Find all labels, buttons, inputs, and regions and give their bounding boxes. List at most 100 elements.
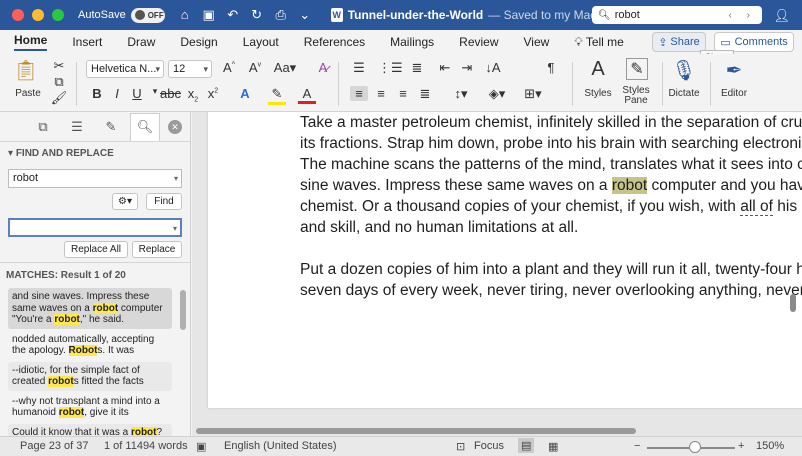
font-size-select[interactable]: 12 [168,60,212,78]
justify-icon[interactable]: ≣ [416,86,434,102]
proofing-icon[interactable]: ▣ [196,440,206,453]
more-icon[interactable]: ⌄ [297,7,313,23]
replace-button[interactable]: Replace [132,241,182,258]
redo-icon[interactable]: ↻ [249,7,265,23]
subscript-icon[interactable]: x2 [184,86,202,104]
print-layout-view-icon[interactable]: ▤ [518,438,535,453]
tab-design[interactable]: Design [180,35,217,49]
document-page[interactable]: Take a master petroleum chemist, infinit… [208,112,802,408]
format-painter-icon[interactable]: 🖌︎ [50,90,68,106]
result-item[interactable]: --why not transplant a mind into a human… [8,393,172,422]
grow-font-icon[interactable]: A^ [218,60,240,75]
shrink-font-icon[interactable]: Av [244,60,266,75]
change-case-icon[interactable]: Aa▾ [272,60,298,76]
focus-icon[interactable]: ⊡ [456,440,465,453]
autosave-toggle[interactable]: OFF [130,7,165,23]
replace-all-button[interactable]: Replace All [64,241,128,258]
italic-icon[interactable]: I [108,86,126,101]
styles-icon[interactable]: A [584,58,612,86]
results-scrollbar[interactable] [180,290,186,330]
replace-history-dropdown-icon[interactable]: ▾ [173,220,177,237]
styles-pane-icon[interactable]: ✎ [626,58,648,80]
numbering-icon[interactable]: ⋮☰ [378,60,403,76]
thumbnails-tab-icon[interactable]: ✎ [96,113,126,141]
share-button[interactable]: ⇪ Share [652,32,706,52]
paragraph-marks-icon[interactable]: ¶ [542,60,560,75]
copy-icon[interactable]: ⧉ [50,74,68,90]
tab-draw[interactable]: Draw [127,35,155,49]
document-text[interactable]: Take a master petroleum chemist, infinit… [300,112,802,301]
web-layout-view-icon[interactable]: ▦ [548,440,558,453]
comments-button[interactable]: ▭ Comments [714,32,794,52]
close-window-button[interactable] [12,9,24,21]
save-icon[interactable]: ▣ [201,7,217,23]
horizontal-scrollbar[interactable] [196,428,636,434]
strikethrough-icon[interactable]: abc [160,86,181,101]
headings-tab-icon[interactable]: ☰ [62,113,92,141]
tab-insert[interactable]: Insert [72,35,102,49]
font-name-select[interactable]: Helvetica N... [86,60,164,78]
font-color-icon[interactable]: A [298,86,316,104]
language[interactable]: English (United States) [224,440,337,452]
bold-icon[interactable]: B [88,86,106,101]
print-icon[interactable]: ⎙ [273,7,289,23]
find-replace-header[interactable]: ▾ FIND AND REPLACE [8,148,190,159]
align-left-icon[interactable]: ≡ [350,86,368,101]
result-item[interactable]: and sine waves. Impress these same waves… [8,288,172,329]
result-item[interactable]: nodded automatically, accepting the apol… [8,331,172,360]
multilevel-list-icon[interactable]: ≣ [408,60,426,76]
shading-icon[interactable]: ◈▾ [484,86,510,102]
tab-layout[interactable]: Layout [243,35,279,49]
page-count[interactable]: Page 23 of 37 [20,440,89,452]
result-item[interactable]: Could it know that it was a robot? [8,423,172,436]
decrease-indent-icon[interactable]: ⇤ [436,60,454,76]
zoom-in-icon[interactable]: + [738,440,744,452]
minimize-window-button[interactable] [32,9,44,21]
find-history-dropdown-icon[interactable]: ▾ [174,170,178,187]
zoom-slider-knob[interactable] [689,441,702,453]
tab-home[interactable]: Home [14,33,48,51]
find-button[interactable]: Find [146,193,182,210]
text-effects-icon[interactable]: A [236,86,254,101]
zoom-out-icon[interactable]: − [634,440,640,452]
search-document-input[interactable]: 🔍︎ robot ‹ › [592,6,762,24]
clear-formatting-icon[interactable]: A̷ [314,60,332,75]
superscript-icon[interactable]: x2 [204,86,222,101]
search-tab-icon[interactable]: 🔍︎ [130,112,160,141]
tell-me[interactable]: 💡︎ Tell me [574,35,624,50]
replace-input[interactable]: ▾ [8,218,182,237]
zoom-level[interactable]: 150% [756,440,784,452]
search-nav-arrows[interactable]: ‹ › [729,10,756,21]
tab-references[interactable]: References [304,35,365,49]
editor-icon[interactable]: ✒︎ [720,58,748,86]
underline-icon[interactable]: U [128,86,146,101]
line-spacing-icon[interactable]: ↕▾ [448,86,474,102]
highlight-icon[interactable]: ✎ [268,86,286,105]
account-icon[interactable]: 👤︎ [773,8,790,24]
vertical-scrollbar[interactable] [790,294,796,312]
pane-tabs: ⧉ ☰ ✎ 🔍︎ ✕ [0,112,190,142]
home-icon[interactable]: ⌂ [177,7,193,23]
pages-tab-icon[interactable]: ⧉ [28,113,58,141]
microphone-icon[interactable]: 🎙︎ [670,58,698,86]
tab-review[interactable]: Review [459,35,498,49]
borders-icon[interactable]: ⊞▾ [520,86,546,102]
tab-mailings[interactable]: Mailings [390,35,434,49]
close-pane-icon[interactable]: ✕ [168,119,182,134]
paste-icon[interactable]: 📋︎ [12,58,40,86]
tab-view[interactable]: View [524,35,550,49]
bullets-icon[interactable]: ☰ [350,60,368,76]
align-center-icon[interactable]: ≡ [372,86,390,101]
sort-icon[interactable]: ↓A [484,60,502,75]
align-right-icon[interactable]: ≡ [394,86,412,101]
undo-icon[interactable]: ↶ [225,7,241,23]
share-icon: ⇪ [658,36,668,49]
increase-indent-icon[interactable]: ⇥ [458,60,476,76]
cut-icon[interactable]: ✂ [50,58,68,74]
find-options-button[interactable]: ⚙▾ [112,193,138,210]
focus-mode[interactable]: Focus [474,440,504,452]
zoom-window-button[interactable] [52,9,64,21]
result-item[interactable]: --idiotic, for the simple fact of create… [8,361,172,391]
find-input[interactable]: robot ▾ [8,169,182,188]
word-count[interactable]: 1 of 11494 words [104,440,188,452]
